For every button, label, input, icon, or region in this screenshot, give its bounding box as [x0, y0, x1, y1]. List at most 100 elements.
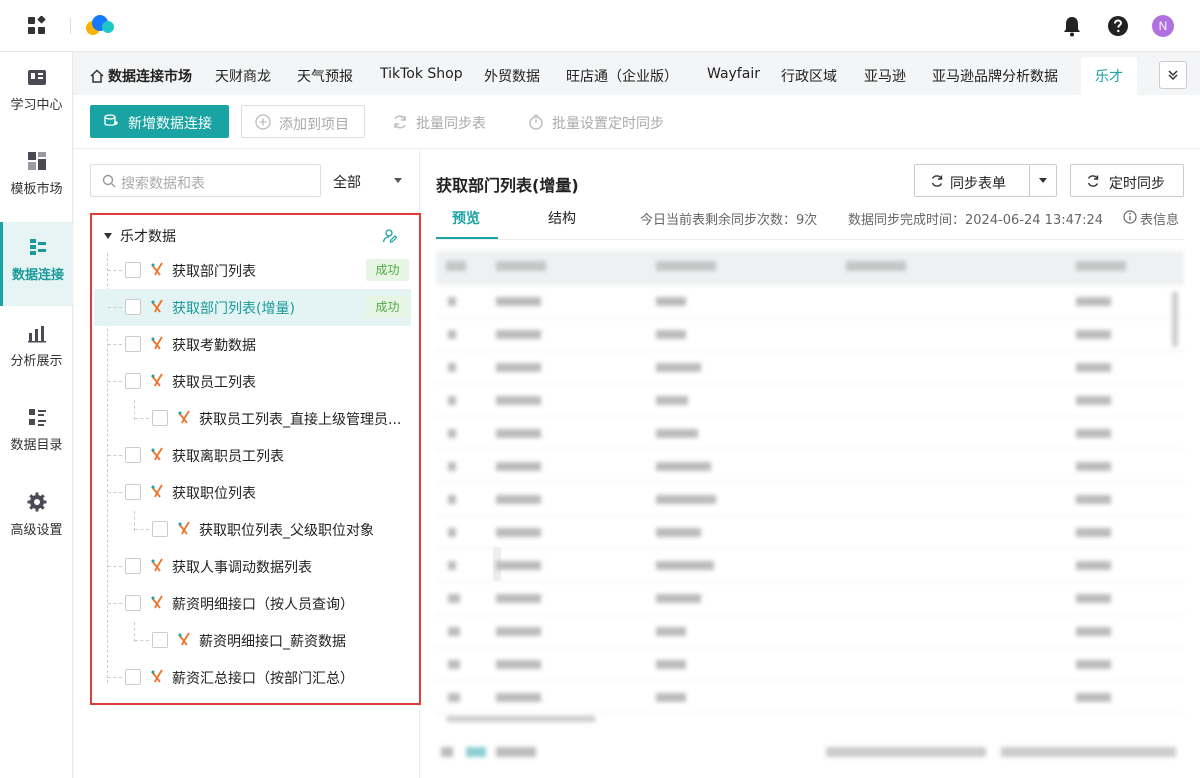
search-placeholder: 搜索数据和表 — [121, 176, 205, 192]
main-content: 新增数据连接 添加到项目 批量同步表 批量设置定时同步 搜索数据和表 全部 乐才… — [74, 95, 1200, 778]
status-badge: 成功 — [366, 259, 409, 281]
sidebar-item-templates[interactable]: 模板市场 — [0, 136, 73, 220]
sidebar-item-catalog[interactable]: 数据目录 — [0, 392, 73, 476]
table-row — [436, 681, 1184, 714]
tree-item[interactable]: 获取部门列表 成功 — [94, 252, 411, 289]
vertical-scrollbar[interactable] — [1172, 291, 1178, 347]
tree-item-label: 薪资明细接口_薪资数据 — [199, 634, 346, 650]
tab-market[interactable]: 数据连接市场 — [90, 66, 192, 86]
tab-preview[interactable]: 预览 — [452, 208, 480, 228]
tab-foreign-trade[interactable]: 外贸数据 — [484, 66, 540, 86]
tree-item[interactable]: 薪资汇总接口（按部门汇总） — [94, 659, 411, 696]
sidebar-item-analysis[interactable]: 分析展示 — [0, 308, 73, 392]
tree-item[interactable]: 获取人事调动数据列表 — [94, 548, 411, 585]
tree-item-child[interactable]: 获取职位列表_父级职位对象 — [94, 511, 411, 548]
tab-tiktok[interactable]: TikTok Shop — [380, 66, 463, 82]
user-edit-icon[interactable] — [382, 228, 398, 244]
tab-wangdiantong[interactable]: 旺店通（企业版） — [566, 66, 678, 86]
row-checkbox[interactable] — [125, 336, 141, 352]
tab-tiancai[interactable]: 天财商龙 — [215, 66, 271, 86]
book-icon — [27, 70, 46, 85]
row-checkbox[interactable] — [125, 484, 141, 500]
row-checkbox[interactable] — [125, 447, 141, 463]
table-row — [436, 285, 1184, 318]
tree-item-label: 获取员工列表_直接上级管理员... — [199, 412, 402, 428]
tab-structure[interactable]: 结构 — [548, 208, 576, 228]
tree-item-child[interactable]: 获取员工列表_直接上级管理员... — [94, 400, 411, 437]
scheduled-sync-button[interactable]: 定时同步 — [1070, 164, 1184, 197]
row-checkbox[interactable] — [125, 299, 141, 315]
new-connection-button[interactable]: 新增数据连接 — [90, 105, 229, 138]
caret-down-icon[interactable] — [104, 233, 112, 239]
chart-icon — [27, 326, 46, 343]
sidebar-item-settings[interactable]: 高级设置 — [0, 477, 73, 561]
tree-item[interactable]: 获取员工列表 — [94, 363, 411, 400]
status-badge: 成功 — [366, 296, 409, 318]
help-icon[interactable] — [1107, 15, 1129, 37]
table-icon — [178, 410, 190, 424]
tree-item-label: 获取考勤数据 — [172, 338, 256, 354]
product-logo[interactable] — [83, 13, 117, 37]
horizontal-scrollbar[interactable] — [446, 716, 596, 722]
sync-dropdown-button[interactable] — [1029, 164, 1057, 197]
tree-item[interactable]: 薪资明细接口（按人员查询） — [94, 585, 411, 622]
batch-sync-button[interactable]: 批量同步表 — [394, 113, 486, 133]
sidebar-item-data-connect[interactable]: 数据连接 — [0, 222, 73, 306]
table-icon — [151, 669, 163, 683]
sidebar-item-label: 分析展示 — [10, 354, 63, 369]
tree-item[interactable]: 获取离职员工列表 — [94, 437, 411, 474]
new-connection-label: 新增数据连接 — [128, 116, 212, 132]
tab-wayfair[interactable]: Wayfair — [707, 66, 760, 82]
batch-sync-label: 批量同步表 — [416, 116, 486, 132]
table-row — [436, 351, 1184, 384]
sidebar-item-learning[interactable]: 学习中心 — [0, 52, 73, 136]
table-info-link[interactable]: 表信息 — [1140, 209, 1179, 228]
sync-icon — [931, 175, 943, 187]
table-row — [436, 450, 1184, 483]
tree-root[interactable]: 乐才数据 — [104, 226, 176, 246]
table-detail-pane: 获取部门列表(增量) 同步表单 定时同步 预览 结构 今日当前表剩余同步次数：9… — [421, 150, 1200, 778]
tree-item[interactable]: 获取职位列表 — [94, 474, 411, 511]
tree-guide — [108, 307, 122, 308]
search-input[interactable]: 搜索数据和表 — [90, 164, 321, 197]
caret-down-icon[interactable] — [394, 178, 402, 183]
search-icon — [102, 174, 116, 188]
row-checkbox[interactable] — [125, 669, 141, 685]
table-row — [436, 549, 1184, 582]
tab-admin-region[interactable]: 行政区域 — [781, 66, 837, 86]
avatar[interactable]: N — [1152, 15, 1174, 37]
table-row — [436, 582, 1184, 615]
row-checkbox[interactable] — [125, 262, 141, 278]
tree-item[interactable]: 获取考勤数据 — [94, 326, 411, 363]
bell-icon[interactable] — [1062, 15, 1082, 37]
batch-schedule-button[interactable]: 批量设置定时同步 — [529, 113, 664, 133]
table-row — [436, 615, 1184, 648]
table-footer — [436, 739, 1184, 766]
tree-item-selected[interactable]: 获取部门列表(增量) 成功 — [94, 289, 411, 326]
tab-amazon[interactable]: 亚马逊 — [864, 66, 906, 86]
row-checkbox[interactable] — [125, 558, 141, 574]
filter-select[interactable]: 全部 — [333, 172, 361, 192]
row-checkbox[interactable] — [152, 632, 168, 648]
tree-guide — [108, 455, 122, 456]
tree-guide — [108, 603, 122, 604]
tab-weather[interactable]: 天气预报 — [297, 66, 353, 86]
scheduled-sync-label: 定时同步 — [1109, 176, 1165, 192]
sync-table-button[interactable]: 同步表单 — [914, 164, 1030, 197]
add-to-project-button[interactable]: 添加到项目 — [241, 105, 365, 138]
info-icon[interactable] — [1123, 210, 1137, 224]
tree-item-label: 获取离职员工列表 — [172, 449, 284, 465]
tree-root-label: 乐才数据 — [120, 229, 176, 245]
app-grid-icon[interactable] — [27, 16, 47, 36]
tab-lecai[interactable]: 乐才 — [1081, 57, 1137, 95]
sidebar-item-label: 学习中心 — [10, 98, 63, 113]
tab-amazon-brand[interactable]: 亚马逊品牌分析数据 — [932, 66, 1058, 86]
row-checkbox[interactable] — [152, 521, 168, 537]
row-checkbox[interactable] — [152, 410, 168, 426]
tree-guide — [108, 344, 122, 345]
tabs-expand-button[interactable] — [1159, 61, 1187, 89]
row-checkbox[interactable] — [125, 595, 141, 611]
tree-item-child[interactable]: 薪资明细接口_薪资数据 — [94, 622, 411, 659]
row-checkbox[interactable] — [125, 373, 141, 389]
remaining-sync-count: 今日当前表剩余同步次数：9次 — [640, 213, 818, 228]
